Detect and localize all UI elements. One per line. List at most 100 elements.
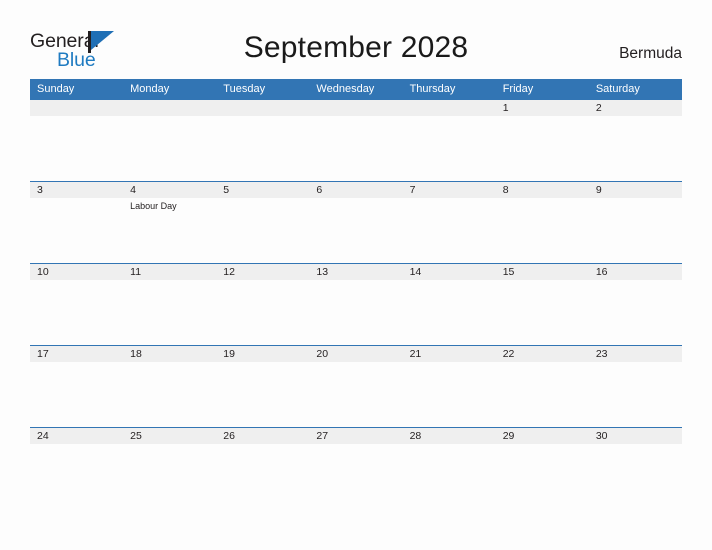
calendar-day-cell[interactable]: 2 bbox=[588, 100, 682, 182]
calendar-week-row: 10 11 12 13 14 15 16 bbox=[30, 263, 682, 346]
calendar-day-cell[interactable]: 23 bbox=[588, 345, 682, 428]
calendar-day-cell[interactable]: 28 bbox=[402, 427, 496, 509]
calendar-day-cell[interactable] bbox=[216, 100, 310, 182]
day-cell-content: 12 bbox=[216, 264, 310, 345]
day-cell-content: 29 bbox=[495, 428, 589, 509]
calendar-day-cell[interactable]: 14 bbox=[402, 263, 496, 346]
calendar-day-cell[interactable]: 3 bbox=[30, 181, 124, 264]
calendar-day-cell[interactable]: 4 Labour Day bbox=[123, 181, 217, 264]
calendar: Sunday Monday Tuesday Wednesday Thursday Frid… bbox=[30, 79, 682, 509]
day-cell-content: 8 bbox=[495, 182, 589, 263]
weekday-header-sunday: Sunday bbox=[30, 79, 124, 100]
day-number: 23 bbox=[588, 346, 682, 362]
day-cell-content: 21 bbox=[402, 346, 496, 427]
day-cell-content: 22 bbox=[495, 346, 589, 427]
calendar-day-cell[interactable]: 24 bbox=[30, 427, 124, 509]
calendar-day-cell[interactable]: 1 bbox=[495, 100, 589, 182]
locale-label: Bermuda bbox=[619, 45, 682, 62]
calendar-day-cell[interactable]: 5 bbox=[216, 181, 310, 264]
calendar-day-cell[interactable]: 12 bbox=[216, 263, 310, 346]
day-number: 11 bbox=[123, 264, 217, 280]
day-number bbox=[30, 100, 124, 116]
day-number: 18 bbox=[123, 346, 217, 362]
calendar-day-cell[interactable]: 16 bbox=[588, 263, 682, 346]
calendar-week-row: 12 bbox=[30, 100, 682, 182]
day-number bbox=[402, 100, 496, 116]
calendar-day-cell[interactable]: 13 bbox=[309, 263, 403, 346]
day-cell-content bbox=[309, 100, 403, 181]
calendar-day-cell[interactable] bbox=[30, 100, 124, 182]
day-number: 16 bbox=[588, 264, 682, 280]
day-cell-content: 27 bbox=[309, 428, 403, 509]
day-cell-content: 20 bbox=[309, 346, 403, 427]
day-cell-content: 18 bbox=[123, 346, 217, 427]
day-number: 30 bbox=[588, 428, 682, 444]
day-number: 26 bbox=[216, 428, 310, 444]
day-cell-content: 1 bbox=[495, 100, 589, 181]
calendar-day-cell[interactable]: 25 bbox=[123, 427, 217, 509]
calendar-week-row: 3 4 Labour Day 5 6 7 8 9 bbox=[30, 181, 682, 264]
calendar-day-cell[interactable]: 18 bbox=[123, 345, 217, 428]
event-list: Labour Day bbox=[123, 198, 216, 212]
calendar-day-cell[interactable]: 30 bbox=[588, 427, 682, 509]
day-number: 17 bbox=[30, 346, 124, 362]
calendar-day-cell[interactable]: 26 bbox=[216, 427, 310, 509]
day-cell-content: 5 bbox=[216, 182, 310, 263]
day-number: 10 bbox=[30, 264, 124, 280]
calendar-day-cell[interactable]: 15 bbox=[495, 263, 589, 346]
calendar-day-cell[interactable]: 21 bbox=[402, 345, 496, 428]
weekday-header-wednesday: Wednesday bbox=[309, 79, 403, 100]
calendar-day-cell[interactable] bbox=[123, 100, 217, 182]
day-number: 1 bbox=[495, 100, 589, 116]
day-cell-content bbox=[216, 100, 310, 181]
day-cell-content: 16 bbox=[588, 264, 682, 345]
calendar-day-cell[interactable]: 11 bbox=[123, 263, 217, 346]
day-number: 5 bbox=[216, 182, 310, 198]
day-number: 6 bbox=[309, 182, 403, 198]
day-number: 3 bbox=[30, 182, 124, 198]
calendar-day-cell[interactable] bbox=[309, 100, 403, 182]
calendar-table: Sunday Monday Tuesday Wednesday Thursday Frid… bbox=[30, 79, 682, 509]
day-cell-content bbox=[402, 100, 496, 181]
calendar-day-cell[interactable]: 27 bbox=[309, 427, 403, 509]
calendar-day-cell[interactable]: 22 bbox=[495, 345, 589, 428]
calendar-day-cell[interactable] bbox=[402, 100, 496, 182]
day-number: 13 bbox=[309, 264, 403, 280]
day-cell-content: 24 bbox=[30, 428, 124, 509]
calendar-week-row: 24 25 26 27 28 29 30 bbox=[30, 427, 682, 509]
calendar-day-cell[interactable]: 19 bbox=[216, 345, 310, 428]
calendar-day-cell[interactable]: 6 bbox=[309, 181, 403, 264]
calendar-day-cell[interactable]: 29 bbox=[495, 427, 589, 509]
calendar-week-row: 17 18 19 20 21 22 23 bbox=[30, 345, 682, 428]
day-number: 28 bbox=[402, 428, 496, 444]
day-number: 21 bbox=[402, 346, 496, 362]
day-number: 2 bbox=[588, 100, 682, 116]
day-cell-content: 7 bbox=[402, 182, 496, 263]
day-cell-content: 6 bbox=[309, 182, 403, 263]
day-cell-content: 2 bbox=[588, 100, 682, 181]
day-cell-content: 17 bbox=[30, 346, 124, 427]
calendar-day-cell[interactable]: 20 bbox=[309, 345, 403, 428]
day-number: 14 bbox=[402, 264, 496, 280]
day-number: 22 bbox=[495, 346, 589, 362]
day-cell-content: 11 bbox=[123, 264, 217, 345]
day-cell-content: 10 bbox=[30, 264, 124, 345]
day-cell-content: 14 bbox=[402, 264, 496, 345]
day-cell-content bbox=[30, 100, 124, 181]
day-number: 27 bbox=[309, 428, 403, 444]
calendar-day-cell[interactable]: 8 bbox=[495, 181, 589, 264]
calendar-day-cell[interactable]: 7 bbox=[402, 181, 496, 264]
weekday-header-monday: Monday bbox=[123, 79, 217, 100]
day-cell-content: 13 bbox=[309, 264, 403, 345]
calendar-day-cell[interactable]: 17 bbox=[30, 345, 124, 428]
day-number: 12 bbox=[216, 264, 310, 280]
calendar-day-cell[interactable]: 10 bbox=[30, 263, 124, 346]
calendar-day-cell[interactable]: 9 bbox=[588, 181, 682, 264]
day-cell-content: 23 bbox=[588, 346, 682, 427]
day-number: 7 bbox=[402, 182, 496, 198]
day-cell-content: 26 bbox=[216, 428, 310, 509]
weekday-header-tuesday: Tuesday bbox=[216, 79, 310, 100]
day-number: 19 bbox=[216, 346, 310, 362]
day-number bbox=[309, 100, 403, 116]
calendar-header-row: Sunday Monday Tuesday Wednesday Thursday Frid… bbox=[30, 79, 682, 100]
